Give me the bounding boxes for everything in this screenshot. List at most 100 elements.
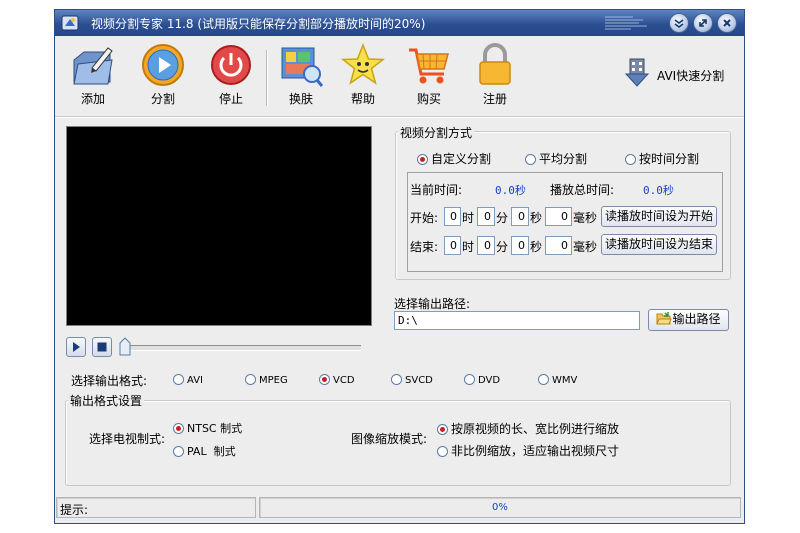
register-button[interactable]: 注册 [467, 42, 523, 112]
radio-dot [245, 374, 256, 385]
end-label: 结束: [410, 240, 439, 254]
total-time-label: 播放总时间: [550, 183, 615, 197]
ms-unit: 毫秒 [573, 211, 598, 225]
restore-icon [699, 19, 707, 27]
split-mode-time-radio[interactable]: 按时间分割 [625, 150, 699, 167]
scale-keep-ratio-radio[interactable]: 按原视频的长、宽比例进行缩放 [437, 420, 619, 437]
radio-label: 按时间分割 [639, 152, 700, 166]
radio-label: 非比例缩放，适应输出视频尺寸 [451, 444, 620, 458]
total-time-value: 0.0秒 [643, 184, 674, 197]
hour-unit: 时 [462, 211, 475, 225]
add-label: 添加 [80, 92, 105, 106]
end-ms-input[interactable]: 0 [545, 236, 572, 255]
end-second-input[interactable]: 0 [511, 236, 529, 255]
help-button[interactable]: 帮助 [335, 42, 391, 112]
avi-quick-split-label: AVI快速分割 [657, 69, 725, 83]
stop-label: 停止 [218, 92, 243, 106]
restore-button[interactable] [693, 13, 713, 33]
buy-label: 购买 [416, 92, 441, 106]
stop-button[interactable]: 停止 [203, 42, 259, 112]
split-mode-title: 视频分割方式 [398, 124, 475, 141]
output-format-label: 选择输出格式: [71, 374, 148, 388]
start-label: 开始: [410, 211, 439, 225]
current-time-label: 当前时间: [410, 183, 463, 197]
app-icon [61, 15, 79, 31]
format-mpeg-radio[interactable]: MPEG [245, 372, 288, 386]
format-avi-radio[interactable]: AVI [173, 372, 203, 386]
seek-track[interactable] [123, 345, 361, 351]
seek-slider-thumb[interactable] [119, 337, 131, 356]
title-bar[interactable]: 视频分割专家 11.8 (试用版只能保存分割部分播放时间的20%) [55, 10, 744, 36]
split-mode-custom-radio[interactable]: 自定义分割 [417, 150, 491, 167]
play-button[interactable] [66, 337, 86, 357]
progress-bar: 0% [259, 497, 741, 518]
radio-dot [464, 374, 475, 385]
radio-dot [173, 446, 184, 457]
shopping-cart-icon [409, 48, 449, 84]
scale-fit-radio[interactable]: 非比例缩放，适应输出视频尺寸 [437, 442, 619, 459]
open-folder-icon [656, 312, 673, 325]
avi-quick-split-button[interactable]: AVI快速分割 [623, 58, 724, 88]
help-label: 帮助 [350, 92, 375, 106]
film-download-icon [624, 58, 650, 87]
radio-dot [173, 423, 184, 434]
end-hour-input[interactable]: 0 [444, 236, 461, 255]
output-path-button-label: 输出路径 [672, 312, 721, 326]
window-title: 视频分割专家 11.8 (试用版只能保存分割部分播放时间的20%) [91, 17, 426, 31]
current-time-value: 0.0秒 [495, 184, 526, 197]
format-wmv-radio[interactable]: WMV [538, 372, 577, 386]
progress-text: 0% [492, 502, 508, 513]
start-second-input[interactable]: 0 [511, 207, 529, 226]
stop-playback-button[interactable] [92, 337, 112, 357]
output-path-input[interactable]: D:\ [394, 311, 640, 330]
end-minute-input[interactable]: 0 [477, 236, 495, 255]
start-hour-input[interactable]: 0 [444, 207, 461, 226]
radio-label: SVCD [405, 375, 433, 386]
set-start-button[interactable]: 读播放时间设为开始 [601, 206, 717, 227]
toolbar-divider [55, 116, 744, 118]
close-button[interactable] [717, 13, 737, 33]
output-path-button[interactable]: 输出路径 [648, 309, 729, 331]
second-unit: 秒 [530, 211, 543, 225]
start-minute-input[interactable]: 0 [477, 207, 495, 226]
register-label: 注册 [482, 92, 507, 106]
radio-dot [173, 374, 184, 385]
radio-label: MPEG [259, 375, 288, 386]
skin-icon [281, 47, 324, 87]
format-dvd-radio[interactable]: DVD [464, 372, 500, 386]
radio-label: VCD [333, 375, 355, 386]
output-path-label: 选择输出路径: [394, 297, 471, 311]
radio-dot [437, 446, 448, 457]
skin-label: 换肤 [288, 92, 313, 106]
power-icon [211, 45, 251, 85]
set-end-button[interactable]: 读播放时间设为结束 [601, 234, 717, 255]
main-window: 视频分割专家 11.8 (试用版只能保存分割部分播放时间的20%) 添加 分割 … [54, 9, 745, 524]
play-circle-icon [142, 44, 184, 86]
split-button[interactable]: 分割 [135, 42, 191, 112]
format-vcd-radio[interactable]: VCD [319, 372, 355, 386]
start-ms-input[interactable]: 0 [545, 207, 572, 226]
ms-unit: 毫秒 [573, 240, 598, 254]
tv-ntsc-radio[interactable]: NTSC 制式 [173, 420, 242, 436]
split-label: 分割 [150, 92, 175, 106]
close-icon [723, 19, 731, 27]
radio-dot [525, 154, 536, 165]
minimize-button[interactable] [669, 13, 689, 33]
add-folder-icon [73, 47, 113, 85]
skin-button[interactable]: 换肤 [273, 42, 329, 112]
tv-pal-radio[interactable]: PAL 制式 [173, 443, 236, 459]
radio-label: 平均分割 [539, 152, 588, 166]
add-button[interactable]: 添加 [65, 42, 121, 112]
minute-unit: 分 [496, 211, 509, 225]
radio-dot [417, 154, 428, 165]
play-icon [73, 342, 80, 352]
split-mode-average-radio[interactable]: 平均分割 [525, 150, 587, 167]
scale-mode-label: 图像缩放模式: [351, 432, 428, 446]
toolbar: 添加 分割 停止 换肤 帮助 购买 注册 AVI快速分割 [55, 36, 744, 114]
radio-label: 按原视频的长、宽比例进行缩放 [451, 422, 620, 436]
format-svcd-radio[interactable]: SVCD [391, 372, 433, 386]
buy-button[interactable]: 购买 [401, 42, 457, 112]
stop-icon [97, 342, 107, 352]
radio-dot [625, 154, 636, 165]
title-decoration [605, 16, 647, 30]
